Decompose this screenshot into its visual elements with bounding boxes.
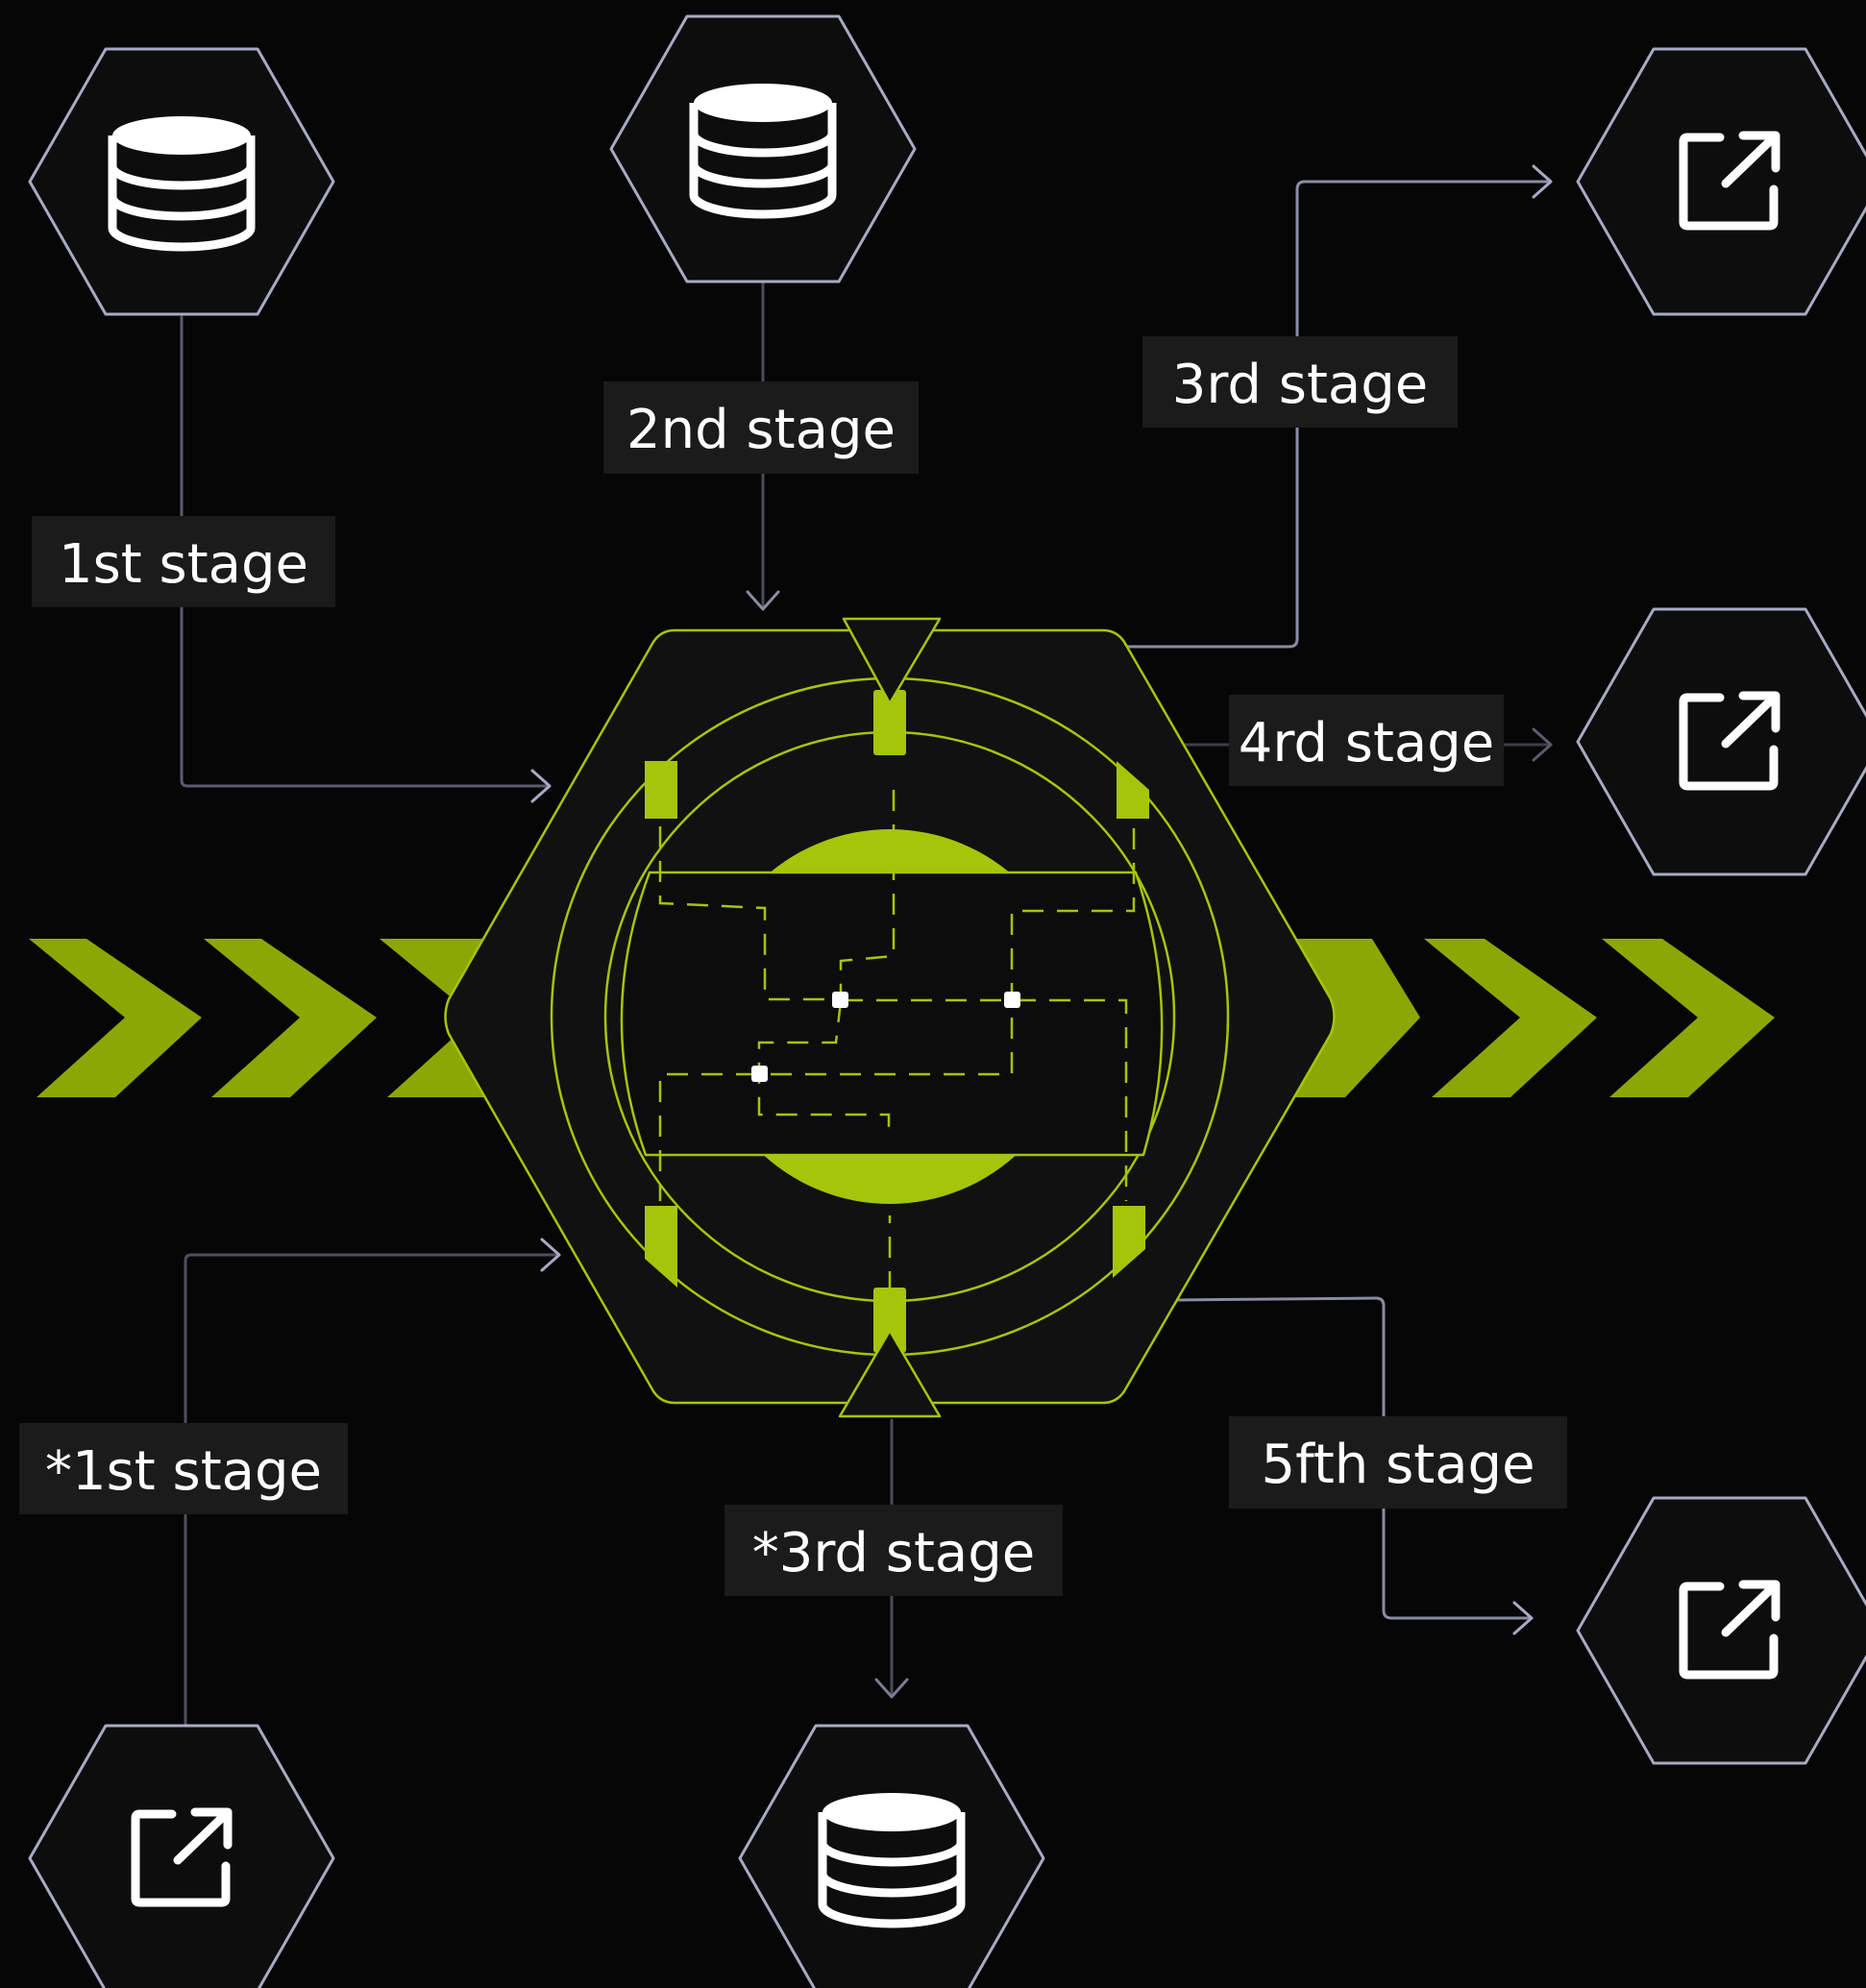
chevron-arrow-5 xyxy=(1424,939,1597,1097)
chevron-arrow-6 xyxy=(1602,939,1775,1097)
chevron-arrow-1 xyxy=(29,939,202,1097)
core-node-dot xyxy=(751,1066,768,1082)
stage-label-2nd: 2nd stage xyxy=(603,381,919,474)
stage-label-star-3rd: *3rd stage xyxy=(724,1505,1063,1596)
stage-label-5fth: 5fth stage xyxy=(1229,1416,1567,1509)
label-text: *1st stage xyxy=(45,1440,322,1503)
node-output-2[interactable] xyxy=(1576,607,1866,876)
stage-label-3rd: 3rd stage xyxy=(1142,336,1458,428)
stage-label-4rd: 4rd stage xyxy=(1229,695,1504,786)
pipeline-diagram: 1st stage 2nd stage 3rd stage 4rd stage … xyxy=(19,14,1866,1988)
node-sink-db[interactable] xyxy=(738,1724,1045,1988)
processing-core xyxy=(444,617,1336,1418)
chevron-arrow-2 xyxy=(204,939,377,1097)
core-node-dot xyxy=(1004,992,1020,1008)
label-text: *3rd stage xyxy=(752,1522,1035,1584)
label-text: 1st stage xyxy=(59,533,308,596)
label-text: 5fth stage xyxy=(1261,1434,1535,1496)
hex-frame xyxy=(738,1724,1045,1988)
core-node-dot xyxy=(832,992,848,1008)
node-output-1[interactable] xyxy=(1576,47,1866,316)
node-output-3[interactable] xyxy=(1576,1496,1866,1765)
core-chip-plate xyxy=(620,871,1164,1157)
label-text: 2nd stage xyxy=(626,399,896,461)
label-text: 4rd stage xyxy=(1239,712,1494,774)
stage-label-star-1st: *1st stage xyxy=(19,1423,348,1514)
label-text: 3rd stage xyxy=(1172,354,1428,416)
node-output-4[interactable] xyxy=(28,1724,335,1988)
core-pin xyxy=(645,761,677,819)
node-source-db-2[interactable] xyxy=(609,14,917,283)
stage-label-1st: 1st stage xyxy=(32,516,335,607)
node-source-db-1[interactable] xyxy=(28,47,335,316)
